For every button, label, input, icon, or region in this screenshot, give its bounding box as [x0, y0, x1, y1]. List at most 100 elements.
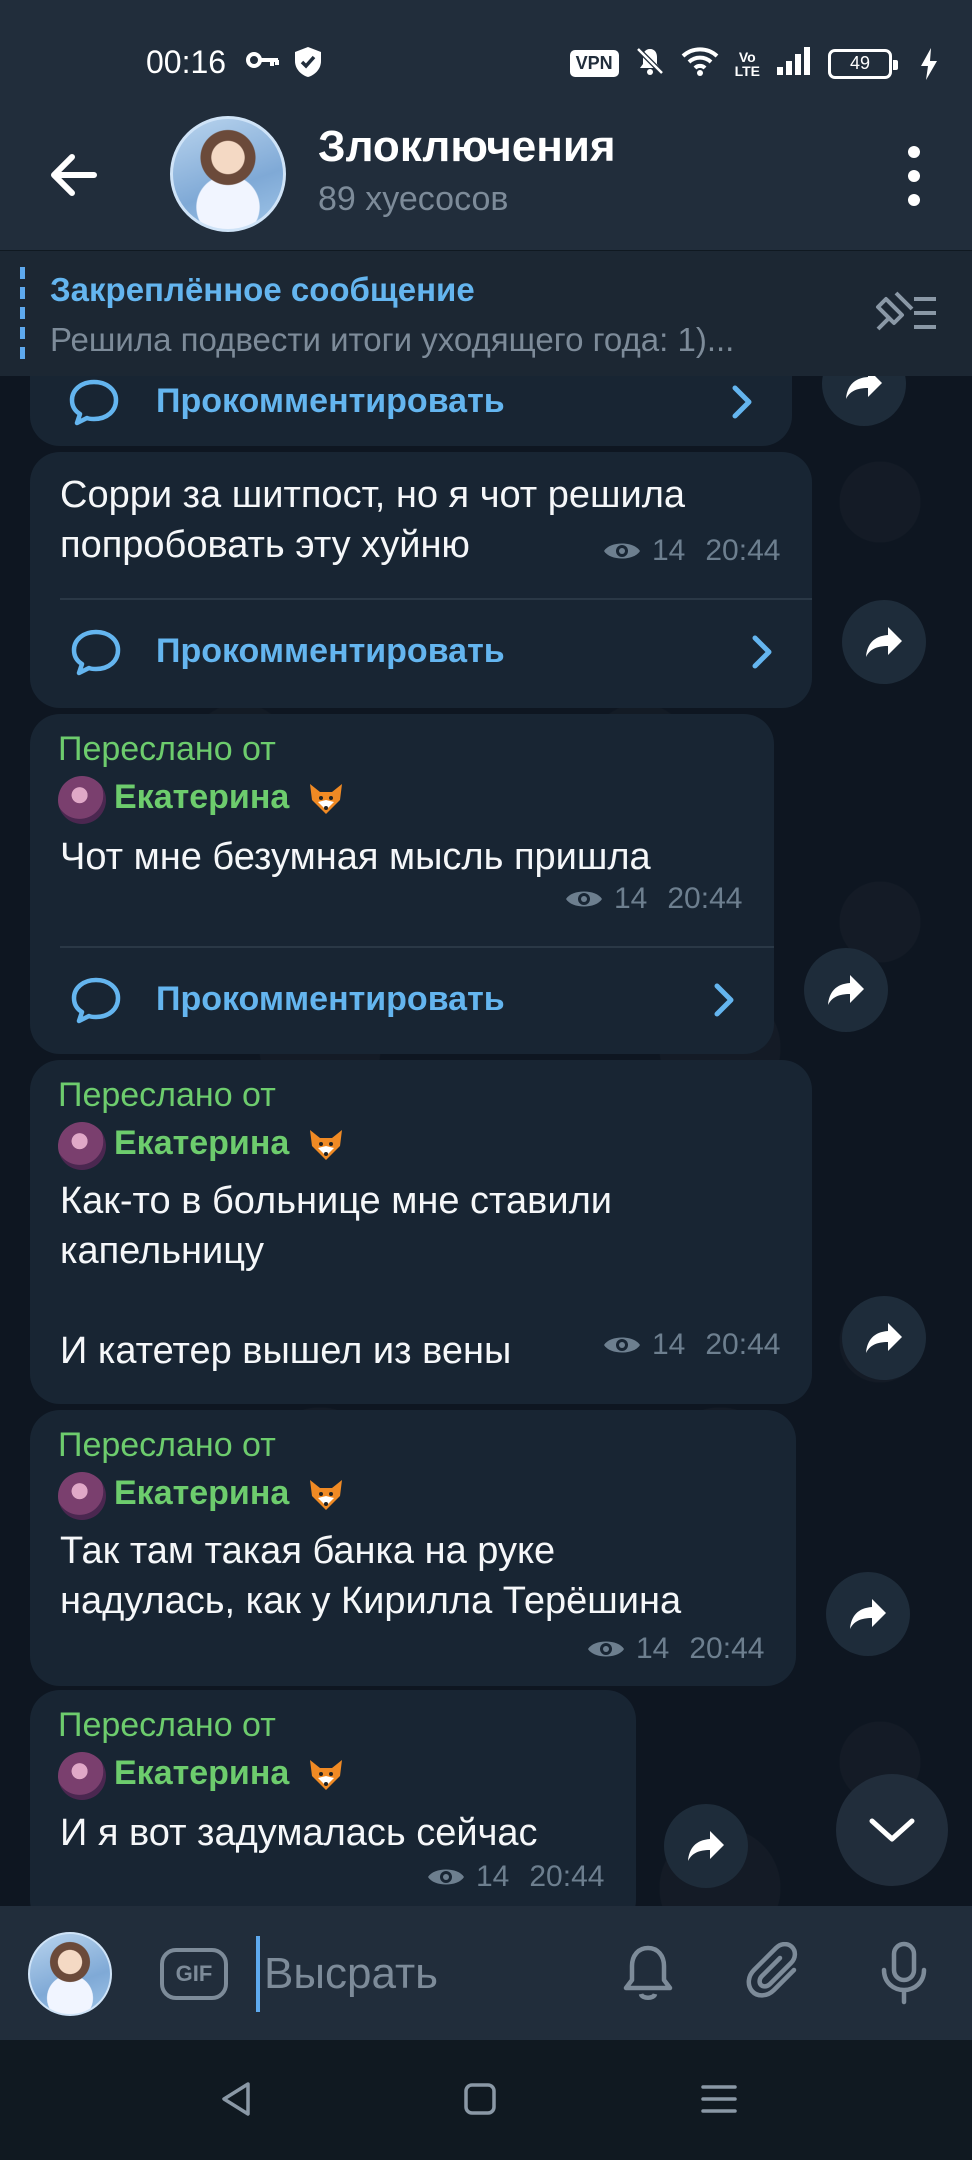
message-input[interactable] [256, 1936, 586, 2012]
square-home-icon [464, 2083, 496, 2115]
share-button[interactable] [664, 1804, 748, 1888]
share-arrow-icon [846, 376, 882, 399]
forwarded-label: Переслано от [58, 1706, 276, 1744]
signal-icon [776, 47, 812, 80]
attach-button[interactable] [746, 1941, 808, 2009]
message-time: 20:44 [689, 1632, 765, 1665]
channel-title[interactable]: Злоключения [318, 122, 616, 172]
chevron-down-icon [869, 1818, 915, 1842]
message-meta: 14 20:44 [564, 882, 742, 916]
voice-message-button[interactable] [876, 1940, 932, 2011]
pinned-indicator-bar [20, 267, 25, 361]
triangle-back-icon [222, 2082, 250, 2116]
forwarded-avatar [58, 1122, 106, 1170]
eye-icon [428, 1869, 464, 1885]
fox-emoji-icon [306, 1124, 346, 1164]
divider [60, 598, 812, 600]
comment-button[interactable]: Прокомментировать [30, 950, 774, 1050]
charging-icon [920, 48, 938, 85]
gif-button[interactable]: GIF [160, 1948, 228, 2000]
back-button[interactable] [46, 148, 100, 202]
pinned-message[interactable]: Закреплённое сообщение Решила подвести и… [0, 250, 972, 376]
chevron-right-icon [712, 982, 736, 1023]
message-time: 20:44 [529, 1860, 605, 1893]
channel-subscribers: 89 хуесосов [318, 180, 509, 218]
comment-button[interactable]: Прокомментировать [30, 376, 792, 446]
share-button[interactable] [826, 1572, 910, 1656]
forwarded-author[interactable]: Екатерина [114, 778, 289, 817]
message-meta: 14 20:44 [426, 1860, 604, 1894]
eye-icon [604, 543, 640, 559]
message-text: И я вот задумалась сейчас [60, 1812, 538, 1854]
comment-label: Прокомментировать [156, 382, 505, 420]
scroll-to-bottom-button[interactable] [836, 1774, 948, 1886]
message-text: Сорри за шитпост, но я чот решила попроб… [60, 474, 686, 566]
message-list[interactable]: Прокомментировать Сорри за шитпост, но я… [0, 376, 972, 1906]
message-meta: 14 20:44 [586, 1632, 764, 1666]
paperclip-icon [746, 1941, 798, 1998]
divider [60, 946, 774, 948]
fox-emoji-icon [306, 778, 346, 818]
eye-icon [604, 1337, 640, 1353]
share-arrow-icon [866, 627, 902, 657]
view-count: 14 [476, 1860, 510, 1893]
channel-avatar[interactable] [170, 116, 286, 232]
message-bubble[interactable]: Прокомментировать [30, 376, 792, 446]
message-meta: 14 20:44 [602, 534, 780, 568]
share-button[interactable] [842, 600, 926, 684]
forwarded-label: Переслано от [58, 1076, 276, 1114]
send-as-avatar[interactable] [28, 1932, 112, 2016]
share-button[interactable] [804, 948, 888, 1032]
comment-label: Прокомментировать [156, 980, 505, 1018]
more-menu-button[interactable] [902, 146, 926, 206]
volte-indicator: Vo LTE [734, 48, 760, 79]
message-text: Так там такая банка на руке надулась, ка… [60, 1530, 682, 1622]
status-icons: VPN Vo LTE 49 [569, 46, 898, 81]
vpn-badge: VPN [569, 50, 619, 77]
battery-indicator: 49 [828, 48, 898, 79]
message-text: Чот мне безумная мысль пришла [60, 836, 651, 878]
forwarded-avatar [58, 776, 106, 824]
shield-icon [294, 46, 322, 83]
chevron-right-icon [730, 384, 754, 425]
eye-icon [566, 891, 602, 907]
comment-icon [70, 976, 122, 1029]
view-count: 14 [614, 882, 648, 915]
pinned-text: Решила подвести итоги уходящего года: 1)… [50, 321, 735, 358]
fox-emoji-icon [306, 1474, 346, 1514]
key-icon [246, 50, 280, 75]
share-arrow-icon [828, 975, 864, 1005]
forwarded-author[interactable]: Екатерина [114, 1754, 289, 1793]
forwarded-author[interactable]: Екатерина [114, 1474, 289, 1513]
menu-lines-icon [701, 2085, 737, 2113]
message-text: Как-то в больнице мне ставили капельницу… [60, 1180, 612, 1372]
share-arrow-icon [866, 1323, 902, 1353]
message-bubble[interactable]: Переслано от Екатерина Как-то в больнице… [30, 1060, 812, 1404]
comment-button[interactable]: Прокомментировать [30, 602, 812, 702]
nav-home-button[interactable] [462, 2080, 498, 2123]
message-bubble[interactable]: Переслано от Екатерина Так там такая бан… [30, 1410, 796, 1686]
share-button[interactable] [842, 1296, 926, 1380]
message-bubble[interactable]: Переслано от Екатерина Чот мне безумная … [30, 714, 774, 1054]
forwarded-author[interactable]: Екатерина [114, 1124, 289, 1163]
forwarded-label: Переслано от [58, 1426, 276, 1464]
message-time: 20:44 [705, 534, 781, 567]
message-meta: 14 20:44 [602, 1328, 780, 1362]
nav-back-button[interactable] [218, 2080, 254, 2123]
share-arrow-icon [850, 1599, 886, 1629]
chevron-right-icon [750, 634, 774, 675]
view-count: 14 [652, 1328, 686, 1361]
message-bubble[interactable]: Сорри за шитпост, но я чот решила попроб… [30, 452, 812, 708]
message-bubble[interactable]: Переслано от Екатерина И я вот задумалас… [30, 1690, 636, 1906]
forwarded-avatar [58, 1472, 106, 1520]
message-composer: GIF [0, 1906, 972, 2040]
view-count: 14 [636, 1632, 670, 1665]
comment-icon [70, 628, 122, 681]
wifi-icon [681, 46, 719, 81]
silent-broadcast-button[interactable] [618, 1942, 678, 2009]
share-button[interactable] [822, 376, 906, 426]
mute-icon [635, 46, 665, 81]
nav-recents-button[interactable] [700, 2080, 738, 2123]
pinned-list-icon[interactable] [872, 289, 938, 340]
share-arrow-icon [688, 1831, 724, 1861]
